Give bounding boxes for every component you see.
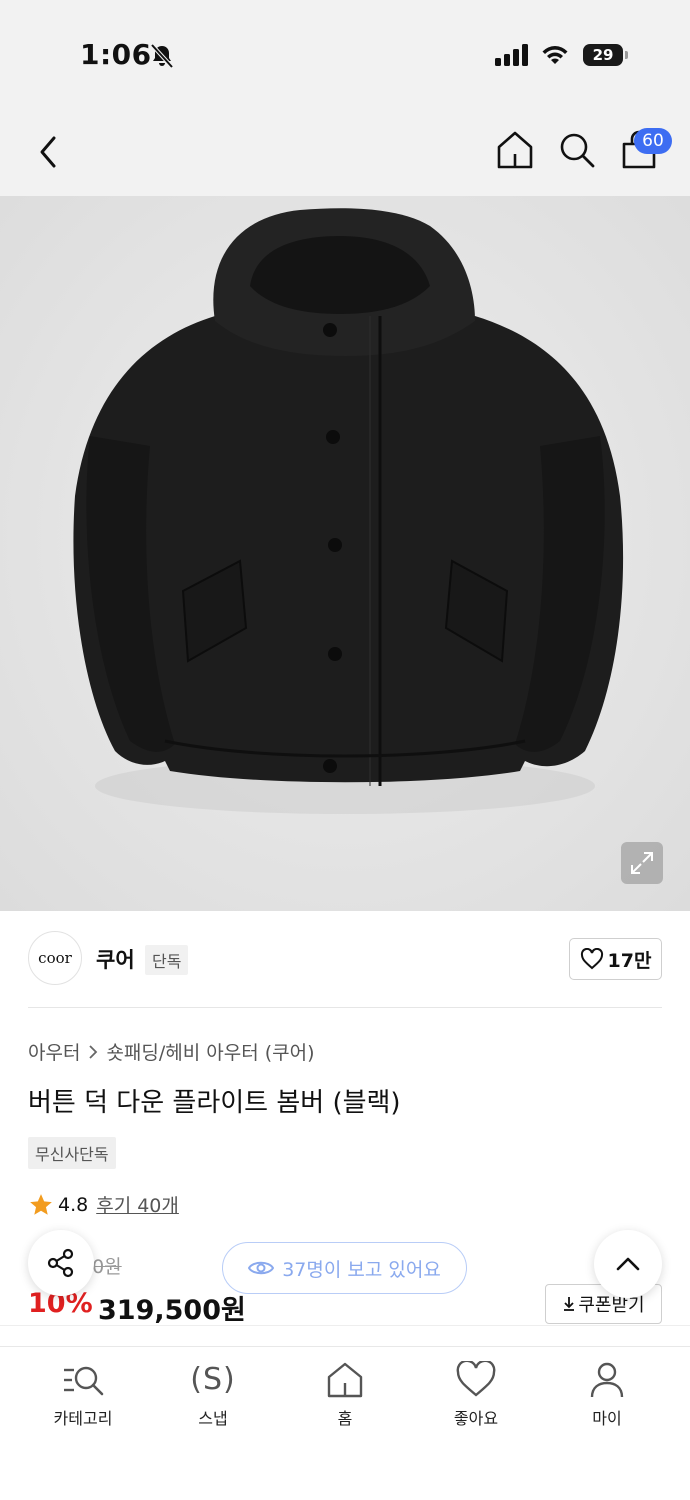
tab-my[interactable]: 마이	[552, 1361, 662, 1429]
heart-icon	[456, 1361, 496, 1397]
snap-icon: (S)	[190, 1362, 236, 1397]
search-button[interactable]	[556, 128, 598, 172]
home-icon	[497, 131, 533, 169]
brand-logo[interactable]: coor	[28, 931, 82, 985]
expand-icon	[631, 852, 653, 874]
share-button[interactable]	[28, 1230, 94, 1296]
download-icon	[564, 1297, 575, 1311]
star-icon	[30, 1193, 52, 1215]
bottom-tab-bar: 카테고리 (S) 스냅 홈 좋아요 마이	[0, 1346, 690, 1500]
home-button[interactable]	[494, 128, 536, 172]
rating-value: 4.8	[58, 1193, 89, 1216]
heart-outline-icon	[580, 948, 603, 970]
exclusive-badge: 무신사단독	[28, 1137, 116, 1169]
signal-icon	[495, 44, 528, 66]
share-icon	[47, 1248, 74, 1278]
viewers-text: 37명이 보고 있어요	[282, 1258, 441, 1281]
like-count: 17만	[607, 949, 652, 972]
rating-row: 4.8 후기 40개	[28, 1191, 179, 1218]
tab-home[interactable]: 홈	[290, 1361, 400, 1429]
eye-icon	[248, 1261, 275, 1275]
chevron-left-icon	[40, 136, 56, 168]
scroll-to-top-button[interactable]	[594, 1230, 662, 1298]
expand-image-button[interactable]	[621, 842, 663, 884]
cart-count-badge: 60	[634, 128, 672, 154]
wifi-icon	[542, 46, 568, 64]
product-title: 버튼 덕 다운 플라이트 봄버 (블랙)	[28, 1088, 401, 1118]
home-icon	[327, 1362, 363, 1398]
breadcrumb-category[interactable]: 아우터	[28, 1038, 80, 1065]
tab-likes[interactable]: 좋아요	[421, 1361, 531, 1429]
status-time: 1:06	[80, 38, 152, 71]
tab-label-my: 마이	[592, 1409, 622, 1428]
category-search-icon	[64, 1366, 104, 1396]
tab-label-home: 홈	[337, 1409, 353, 1428]
search-icon	[560, 133, 595, 168]
brand-name[interactable]: 쿠어	[96, 944, 135, 974]
back-button[interactable]	[28, 130, 68, 174]
tab-category[interactable]: 카테고리	[28, 1361, 138, 1429]
battery-tip	[625, 51, 628, 59]
brand-exclusive-badge: 단독	[145, 945, 189, 975]
person-icon	[590, 1362, 624, 1398]
tab-label-likes: 좋아요	[453, 1409, 499, 1428]
divider	[28, 1007, 662, 1008]
battery-indicator: 29	[583, 44, 623, 66]
like-button[interactable]: 17만	[569, 938, 662, 980]
bell-off-icon	[150, 43, 174, 69]
chevron-up-icon	[616, 1257, 640, 1271]
chevron-right-icon	[89, 1044, 98, 1059]
reviews-link[interactable]: 후기 40개	[96, 1191, 179, 1218]
section-divider	[0, 1325, 690, 1326]
tab-snap[interactable]: (S) 스냅	[158, 1361, 268, 1429]
jacket-image	[73, 208, 624, 814]
breadcrumb: 아우터 숏패딩/헤비 아우터 (쿠어)	[28, 1038, 315, 1065]
breadcrumb-subcategory[interactable]: 숏패딩/헤비 아우터 (쿠어)	[106, 1038, 314, 1065]
product-image[interactable]	[0, 196, 690, 911]
tab-label-snap: 스냅	[198, 1409, 228, 1428]
tab-label-category: 카테고리	[53, 1409, 113, 1428]
viewers-indicator: 37명이 보고 있어요	[222, 1242, 467, 1294]
sale-price: 319,500원	[98, 1295, 246, 1326]
